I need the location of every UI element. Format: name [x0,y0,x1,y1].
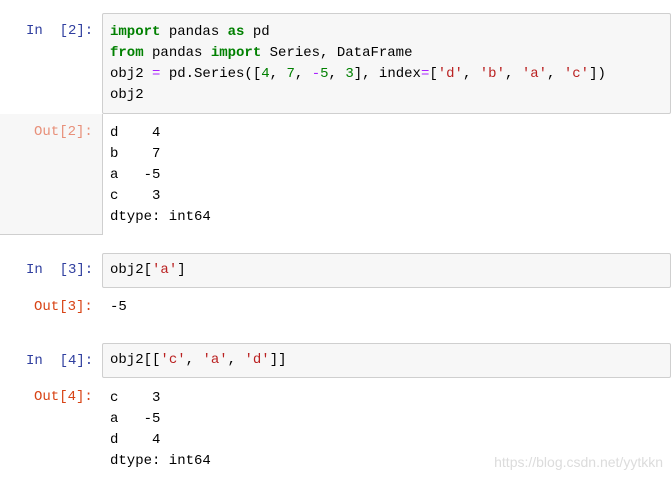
in-prompt-3: In [3]: [26,262,94,278]
code-text: , [505,66,522,82]
code-line: obj2 [110,87,144,103]
string-literal: 'd' [437,66,463,82]
code-line: obj2 = pd.Series([4, 7, -5, 3], index=['… [110,64,606,85]
code-text: ]] [269,352,287,368]
code-text: ], index [353,66,421,82]
output-line: c 3 [110,188,161,204]
code-line: from pandas import Series, DataFrame [110,43,412,64]
output-line: c 3 [110,390,161,406]
out-prompt-4: Out[4]: [34,389,93,405]
out-prompt-3: Out[3]: [34,299,93,315]
code-cell-3-input[interactable] [102,253,671,288]
code-text: obj2[[ [110,352,161,368]
number: 5 [320,66,329,82]
code-text: obj2[ [110,262,153,278]
code-text: pandas [160,24,228,40]
keyword: import [210,45,262,61]
output-line: a -5 [110,411,161,427]
keyword: from [110,45,144,61]
output-line: d 4 [110,125,161,141]
string-literal: 'c' [563,66,590,82]
output-line: d 4 [110,432,161,448]
output-line: b 7 [110,146,161,162]
string-literal: 'a' [152,262,178,278]
code-text: ] [177,262,186,278]
watermark: https://blog.csdn.net/yytkkn [494,454,663,470]
output-line: dtype: int64 [110,209,211,225]
code-text: [ [429,66,438,82]
number: 7 [286,66,295,82]
code-text: , [227,352,245,368]
code-line: obj2[['c', 'a', 'd']] [110,350,287,371]
number: 4 [261,66,270,82]
keyword: as [227,24,245,40]
output-line: dtype: int64 [110,453,211,469]
string-literal: 'c' [160,352,186,368]
in-prompt-2: In [2]: [26,23,94,39]
code-text: obj2 [110,66,153,82]
code-text: , [462,66,480,82]
code-text: , [269,66,287,82]
code-line: obj2['a'] [110,260,186,281]
code-text: ]) [589,66,606,82]
code-text: , [185,352,203,368]
code-text: , [328,66,346,82]
code-text: , [294,66,312,82]
number: 3 [345,66,354,82]
string-literal: 'b' [479,66,505,82]
out-prompt-2: Out[2]: [34,124,93,140]
code-text: Series, DataFrame [261,45,413,61]
code-text: pd.Series([ [160,66,262,82]
code-text: pandas [143,45,211,61]
output-line: a -5 [110,167,161,183]
in-prompt-4: In [4]: [26,353,94,369]
string-literal: 'a' [202,352,228,368]
string-literal: 'd' [244,352,270,368]
operator: - [311,66,321,82]
keyword: import [110,24,161,40]
output-line: -5 [110,299,127,315]
code-text: , [547,66,564,82]
code-text: pd [244,24,270,40]
string-literal: 'a' [521,66,548,82]
code-line: import pandas as pd [110,22,270,43]
